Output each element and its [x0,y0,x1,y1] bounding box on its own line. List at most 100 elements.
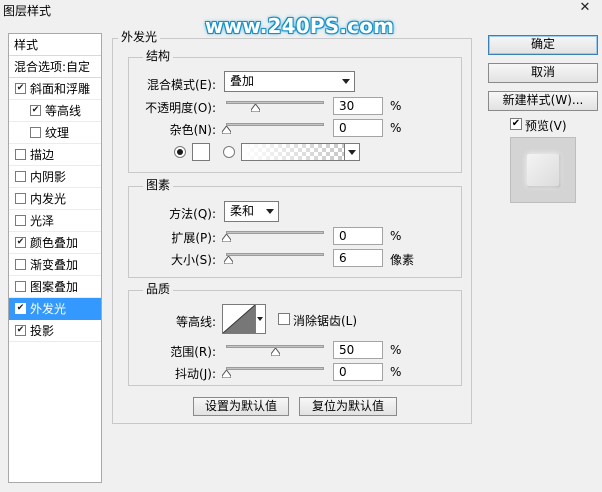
gradient-radio[interactable] [223,146,235,158]
opacity-slider-track[interactable] [226,101,324,104]
style-item-9[interactable]: 渐变叠加 [9,254,101,276]
technique-label: 方法(Q): [169,207,216,221]
size-slider-track[interactable] [226,253,324,256]
style-item-label: 内阴影 [30,170,67,184]
style-item-1[interactable]: ✔ 斜面和浮雕 [9,78,101,100]
range-input[interactable]: 50 [333,341,383,359]
jitter-input[interactable]: 0 [333,363,383,381]
close-icon[interactable]: ✕ [574,0,596,16]
chevron-down-icon [348,150,356,155]
style-item-checkbox[interactable]: ✔ [15,83,26,94]
size-label: 大小(S): [170,253,216,267]
jitter-unit: % [390,365,402,379]
style-item-checkbox[interactable] [30,127,41,138]
style-item-12[interactable]: ✔ 投影 [9,320,101,342]
contour-label: 等高线: [175,315,216,329]
technique-value: 柔和 [230,204,255,218]
color-radio[interactable] [174,146,186,158]
style-item-label: 图案叠加 [30,280,79,294]
set-default-button[interactable]: 设置为默认值 [193,397,289,416]
style-item-11[interactable]: ✔ 外发光 [9,298,101,320]
style-item-6[interactable]: 内发光 [9,188,101,210]
jitter-slider-thumb[interactable] [221,370,231,378]
blend-mode-select[interactable]: 叠加 [224,71,355,92]
style-item-label: 斜面和浮雕 [30,82,91,96]
glow-gradient-preview[interactable] [241,143,345,161]
anti-alias-label: 消除锯齿(L) [293,314,358,328]
noise-slider-track[interactable] [226,123,324,126]
noise-slider-thumb[interactable] [221,126,231,134]
style-item-checkbox[interactable] [15,149,26,160]
contour-curve-icon [222,304,256,334]
style-item-checkbox[interactable]: ✔ [15,325,26,336]
spread-slider-track[interactable] [226,231,324,234]
blend-options-item[interactable]: 混合选项:自定 [9,56,101,78]
style-item-checkbox[interactable] [15,215,26,226]
style-item-3[interactable]: 纹理 [9,122,101,144]
new-style-button[interactable]: 新建样式(W)... [488,91,598,111]
style-item-10[interactable]: 图案叠加 [9,276,101,298]
gradient-picker-button[interactable] [344,143,360,161]
styles-list: 样式 混合选项:自定 ✔ 斜面和浮雕 ✔ 等高线纹理描边内阴影内发光光泽 ✔ 颜色叠加渐变… [8,33,102,483]
style-item-4[interactable]: 描边 [9,144,101,166]
style-item-checkbox[interactable] [15,259,26,270]
style-item-checkbox[interactable]: ✔ [30,105,41,116]
technique-select[interactable]: 柔和 [224,201,279,222]
ok-button[interactable]: 确定 [488,35,598,55]
spread-unit: % [390,229,402,243]
opacity-unit: % [390,99,402,113]
noise-input[interactable]: 0 [333,119,383,137]
style-item-label: 颜色叠加 [30,236,79,250]
size-unit: 像素 [390,253,415,267]
style-item-5[interactable]: 内阴影 [9,166,101,188]
elements-title: 图素 [143,178,174,192]
chevron-down-icon [257,317,263,321]
styles-header[interactable]: 样式 [9,34,101,56]
reset-default-button[interactable]: 复位为默认值 [299,397,397,416]
style-item-label: 渐变叠加 [30,258,79,272]
watermark: www.240PS.com [205,14,395,38]
style-item-7[interactable]: 光泽 [9,210,101,232]
noise-label: 杂色(N): [169,123,216,137]
preview-checkbox[interactable]: ✔ [510,118,522,130]
style-item-label: 外发光 [30,302,67,316]
spread-label: 扩展(P): [171,231,216,245]
jitter-slider-track[interactable] [226,367,324,370]
style-item-label: 等高线 [45,104,82,118]
outer-glow-title: 外发光 [118,30,161,44]
contour-picker-button[interactable] [256,304,266,334]
quality-title: 品质 [143,282,174,296]
style-item-label: 纹理 [45,126,70,140]
style-item-2[interactable]: ✔ 等高线 [9,100,101,122]
style-item-label: 内发光 [30,192,67,206]
cancel-button[interactable]: 取消 [488,63,598,83]
opacity-slider-thumb[interactable] [250,104,260,112]
opacity-label: 不透明度(O): [145,101,216,115]
size-slider-thumb[interactable] [223,256,233,264]
style-item-checkbox[interactable] [15,193,26,204]
style-item-checkbox[interactable] [15,281,26,292]
range-label: 范围(R): [170,345,216,359]
style-preview [510,137,576,203]
style-item-checkbox[interactable] [15,171,26,182]
chevron-down-icon [266,209,274,214]
range-slider-thumb[interactable] [270,348,280,356]
style-item-label: 描边 [30,148,55,162]
structure-title: 结构 [143,49,174,63]
window-title: 图层样式 [3,4,52,18]
style-item-checkbox[interactable]: ✔ [15,237,26,248]
style-item-checkbox[interactable]: ✔ [15,303,26,314]
preview-swatch [527,154,559,186]
contour-preview[interactable] [222,304,256,334]
size-input[interactable]: 6 [333,249,383,267]
style-item-8[interactable]: ✔ 颜色叠加 [9,232,101,254]
glow-color-swatch[interactable] [192,143,210,161]
anti-alias-checkbox[interactable] [278,313,290,325]
opacity-input[interactable]: 30 [333,97,383,115]
jitter-label: 抖动(J): [175,367,216,381]
style-item-label: 投影 [30,324,55,338]
range-unit: % [390,343,402,357]
spread-input[interactable]: 0 [333,227,383,245]
blend-mode-label: 混合模式(E): [147,78,216,92]
spread-slider-thumb[interactable] [221,234,231,242]
